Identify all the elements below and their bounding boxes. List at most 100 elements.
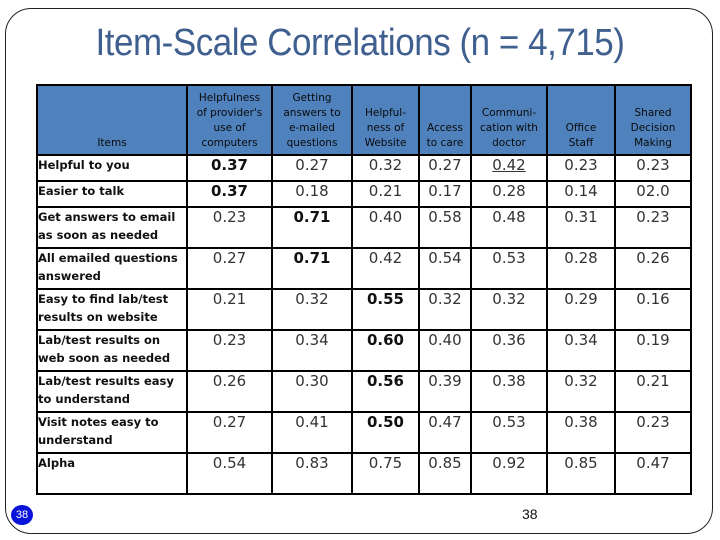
correlation-value: 0.48 xyxy=(492,208,526,226)
correlation-cell: 0.23 xyxy=(186,329,273,372)
correlation-value: 0.75 xyxy=(368,454,403,472)
column-header-line: e-mailed xyxy=(289,122,335,134)
correlation-cell: 0.71 xyxy=(271,247,353,290)
correlation-cell: 0.47 xyxy=(614,452,692,495)
correlation-cell: 0.38 xyxy=(470,370,548,413)
correlation-value: 0.55 xyxy=(366,290,404,308)
correlation-value: 0.92 xyxy=(492,454,526,472)
correlation-cell: 0.16 xyxy=(614,288,692,331)
column-header-line: computers xyxy=(201,137,258,149)
item-label-line: Easy to find lab/test xyxy=(38,292,169,306)
item-label: Easy to find lab/test results on website xyxy=(36,288,188,331)
table-row: All emailed questions answered 0.27 0.71 0.4… xyxy=(36,247,692,290)
correlation-cell: 0.41 xyxy=(271,411,353,454)
correlation-value: 0.39 xyxy=(428,372,462,390)
correlation-cell: 0.29 xyxy=(546,288,616,331)
correlation-value: 02.0 xyxy=(636,182,670,200)
correlation-value: 0.27 xyxy=(212,249,247,267)
correlation-value: 0.40 xyxy=(428,331,462,349)
correlation-value: 0.28 xyxy=(492,182,526,200)
column-header-line: Getting xyxy=(292,92,332,104)
correlation-cell: 0.17 xyxy=(418,180,472,208)
column-header-line: Helpful- xyxy=(365,107,406,119)
correlation-cell: 0.23 xyxy=(546,154,616,182)
correlation-cell: 0.54 xyxy=(186,452,273,495)
table-row: Lab/test results easy to understand 0.26 0.… xyxy=(36,370,692,413)
column-header-line: cation with xyxy=(480,122,538,134)
correlation-cell: 0.53 xyxy=(470,247,548,290)
slide-number-badge: 38 xyxy=(11,505,33,525)
column-header-line: Decision xyxy=(630,122,676,134)
correlation-cell: 0.40 xyxy=(418,329,472,372)
correlation-cell: 0.14 xyxy=(546,180,616,208)
correlation-cell: 02.0 xyxy=(614,180,692,208)
correlation-cell: 0.26 xyxy=(614,247,692,290)
correlation-cell: 0.27 xyxy=(186,247,273,290)
correlation-cell: 0.39 xyxy=(418,370,472,413)
correlation-cell: 0.85 xyxy=(546,452,616,495)
correlation-cell: 0.75 xyxy=(351,452,420,495)
correlation-cell: 0.32 xyxy=(418,288,472,331)
correlation-cell: 0.23 xyxy=(614,411,692,454)
correlation-cell: 0.58 xyxy=(418,206,472,249)
item-label-line: Helpful to you xyxy=(38,158,130,172)
item-label: Alpha xyxy=(36,452,188,495)
correlation-cell: 0.23 xyxy=(614,206,692,249)
correlation-cell: 0.21 xyxy=(614,370,692,413)
correlation-cell: 0.34 xyxy=(546,329,616,372)
correlation-value: 0.26 xyxy=(636,249,670,267)
correlation-cell: 0.26 xyxy=(186,370,273,413)
correlation-cell: 0.21 xyxy=(351,180,420,208)
correlation-cell: 0.32 xyxy=(271,288,353,331)
correlation-cell: 0.32 xyxy=(546,370,616,413)
correlation-value: 0.19 xyxy=(636,331,670,349)
correlation-value: 0.14 xyxy=(564,182,598,200)
correlation-value: 0.38 xyxy=(492,372,526,390)
correlation-cell: 0.27 xyxy=(418,154,472,182)
correlation-cell: 0.18 xyxy=(271,180,353,208)
correlation-value: 0.60 xyxy=(366,331,404,349)
column-header: Getting answers to e-mailed questions xyxy=(271,84,353,156)
correlation-value: 0.16 xyxy=(636,290,670,308)
column-header-line: questions xyxy=(286,137,338,149)
correlation-value: 0.28 xyxy=(564,249,598,267)
correlation-value: 0.37 xyxy=(210,156,248,174)
column-header-line: Staff xyxy=(568,137,594,149)
item-label-line: Visit notes easy to xyxy=(38,415,159,429)
item-label-line: to understand xyxy=(38,392,130,406)
item-label-line: web soon as needed xyxy=(38,351,171,365)
column-header-line: doctor xyxy=(492,137,526,149)
correlation-cell: 0.23 xyxy=(614,154,692,182)
item-label-line: Alpha xyxy=(38,456,76,470)
column-header-line: Office xyxy=(565,122,597,134)
column-header-line: Shared xyxy=(634,107,672,119)
correlation-value: 0.21 xyxy=(212,290,247,308)
column-header-line: Making xyxy=(634,137,672,149)
correlation-value: 0.27 xyxy=(212,413,247,431)
correlation-cell: 0.36 xyxy=(470,329,548,372)
correlation-value: 0.36 xyxy=(492,331,526,349)
correlation-cell: 0.54 xyxy=(418,247,472,290)
correlation-cell: 0.53 xyxy=(470,411,548,454)
correlation-value: 0.32 xyxy=(492,290,526,308)
item-label-line: All emailed questions xyxy=(38,251,178,265)
correlation-cell: 0.42 xyxy=(351,247,420,290)
correlation-cell: 0.37 xyxy=(186,154,273,182)
correlation-cell: 0.38 xyxy=(546,411,616,454)
correlation-value: 0.23 xyxy=(212,331,247,349)
table-row: Get answers to email as soon as needed 0.2… xyxy=(36,206,692,249)
correlation-value: 0.32 xyxy=(368,156,403,174)
item-label: Visit notes easy to understand xyxy=(36,411,188,454)
table-row: Lab/test results on web soon as needed 0.2… xyxy=(36,329,692,372)
correlation-cell: 0.56 xyxy=(351,370,420,413)
correlation-value: 0.53 xyxy=(492,249,526,267)
correlation-cell: 0.92 xyxy=(470,452,548,495)
correlation-value: 0.85 xyxy=(428,454,462,472)
items-column-header: Items xyxy=(36,84,188,156)
correlation-cell: 0.23 xyxy=(186,206,273,249)
correlation-cell: 0.34 xyxy=(271,329,353,372)
correlation-value: 0.83 xyxy=(295,454,329,472)
item-label-line: as soon as needed xyxy=(38,228,159,242)
correlation-cell: 0.21 xyxy=(186,288,273,331)
table-header-row: Items Helpfulness of provider's use of comp… xyxy=(36,84,692,156)
